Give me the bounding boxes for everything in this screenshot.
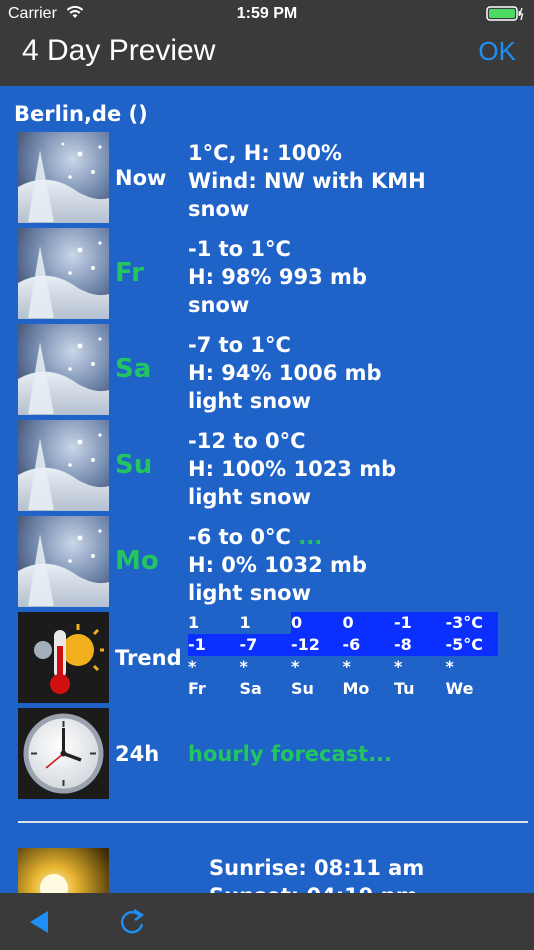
ok-button[interactable]: OK: [478, 36, 516, 67]
thermometer-sun-icon: [18, 612, 109, 703]
hourly-label: 24h: [115, 742, 160, 766]
sun-row: Sunrise: 08:11 am Sunset: 04:19 pm: [18, 848, 518, 893]
forecast-line: 1°C, H: 100%: [188, 141, 342, 165]
day-label: Sa: [115, 354, 152, 384]
snow-weather-icon: [18, 132, 109, 223]
forecast-line: -7 to 1°C: [188, 333, 291, 357]
snow-weather-icon: [18, 420, 109, 511]
forecast-row-sa[interactable]: Sa -7 to 1°C H: 94% 1006 mb light snow: [18, 324, 518, 416]
back-arrow-icon[interactable]: [28, 909, 50, 939]
forecast-line: -12 to 0°C: [188, 429, 306, 453]
trend-row[interactable]: Trend 1 1 0 0 -1 -3°C -1 -7 -12 -6 -8 -5…: [18, 612, 518, 704]
hourly-forecast-link[interactable]: hourly forecast...: [188, 742, 392, 766]
forecast-info: 1°C, H: 100% Wind: NW with KMH snow: [188, 139, 426, 223]
navigation-bar: 4 Day Preview OK: [0, 28, 534, 86]
trend-cell: Tu: [394, 679, 415, 698]
forecast-info: -7 to 1°C H: 94% 1006 mb light snow: [188, 331, 382, 415]
trend-cell: *: [188, 657, 197, 676]
forecast-line: H: 98% 993 mb: [188, 265, 367, 289]
hourly-row[interactable]: 24h hourly forecast...: [18, 708, 518, 800]
day-label: Fr: [115, 258, 144, 288]
sunrise-text: Sunrise: 08:11 am: [209, 856, 425, 880]
forecast-info: -1 to 1°C H: 98% 993 mb snow: [188, 235, 367, 319]
forecast-line: H: 94% 1006 mb: [188, 361, 382, 385]
trend-cell: *: [342, 657, 351, 676]
clock-icon: [18, 708, 109, 799]
snow-weather-icon: [18, 516, 109, 607]
trend-cell: Fr: [188, 679, 206, 698]
forecast-line: -6 to 0°C ...: [188, 523, 367, 551]
day-label: Su: [115, 450, 153, 480]
trend-cell: Sa: [239, 679, 262, 698]
trend-cell: -3°C: [445, 612, 498, 634]
forecast-line: Wind: NW with KMH: [188, 169, 426, 193]
trend-cell: -7: [239, 634, 291, 656]
forecast-info: -6 to 0°C ... H: 0% 1032 mb light snow: [188, 523, 367, 607]
forecast-line: -1 to 1°C: [188, 237, 291, 261]
snow-weather-icon: [18, 228, 109, 319]
sun-info: Sunrise: 08:11 am Sunset: 04:19 pm: [209, 854, 424, 893]
forecast-row-su[interactable]: Su -12 to 0°C H: 100% 1023 mb light snow: [18, 420, 518, 512]
forecast-line: light snow: [188, 485, 312, 509]
more-link[interactable]: ...: [298, 525, 322, 549]
trend-cell: -5°C: [445, 634, 498, 656]
forecast-row-mo[interactable]: Mo -6 to 0°C ... H: 0% 1032 mb light sno…: [18, 516, 518, 608]
forecast-line: snow: [188, 197, 250, 221]
trend-cell: *: [291, 657, 300, 676]
trend-cell: 0: [291, 612, 343, 634]
city-label: Berlin,de (): [14, 102, 148, 126]
forecast-info: -12 to 0°C H: 100% 1023 mb light snow: [188, 427, 396, 511]
forecast-row-now[interactable]: Now 1°C, H: 100% Wind: NW with KMH snow: [18, 132, 518, 224]
forecast-line: snow: [188, 293, 250, 317]
trend-cell: -8: [394, 634, 446, 656]
trend-cell: Mo: [342, 679, 370, 698]
day-label: Mo: [115, 546, 159, 576]
trend-days-row: Fr Sa Su Mo Tu We: [188, 678, 498, 700]
trend-cell: -1: [394, 612, 446, 634]
sun-icon: [18, 848, 109, 893]
trend-cell: 0: [342, 612, 394, 634]
trend-lows-row: -1 -7 -12 -6 -8 -5°C: [188, 634, 498, 656]
status-time: 1:59 PM: [236, 5, 298, 22]
page-title: 4 Day Preview: [22, 34, 216, 67]
status-bar: Carrier 1:59 PM: [0, 0, 534, 28]
snow-weather-icon: [18, 324, 109, 415]
bottom-toolbar: [0, 893, 534, 950]
trend-cell: *: [445, 657, 454, 676]
trend-table: 1 1 0 0 -1 -3°C -1 -7 -12 -6 -8 -5°C * *…: [188, 612, 498, 700]
forecast-row-fr[interactable]: Fr -1 to 1°C H: 98% 993 mb snow: [18, 228, 518, 320]
trend-cell: 1: [239, 613, 251, 632]
day-label: Now: [115, 166, 167, 190]
trend-cell: 1: [188, 613, 200, 632]
section-divider: [18, 821, 528, 823]
trend-marks-row: * * * * * *: [188, 656, 498, 678]
trend-label: Trend: [115, 646, 182, 670]
sunset-text: Sunset: 04:19 pm: [209, 882, 424, 893]
refresh-icon[interactable]: [118, 907, 146, 941]
trend-cell: We: [445, 679, 474, 698]
trend-cell: -12: [291, 634, 343, 656]
forecast-line: light snow: [188, 581, 312, 605]
trend-cell: *: [394, 657, 403, 676]
trend-cell: Su: [291, 679, 314, 698]
forecast-line: light snow: [188, 389, 312, 413]
forecast-line-text: -6 to 0°C: [188, 525, 291, 549]
forecast-line: H: 100% 1023 mb: [188, 457, 397, 481]
trend-cell: *: [239, 657, 248, 676]
trend-cell: -1: [188, 634, 240, 656]
trend-highs-row: 1 1 0 0 -1 -3°C: [188, 612, 498, 634]
trend-cell: -6: [342, 634, 394, 656]
forecast-line: H: 0% 1032 mb: [188, 553, 367, 577]
battery-icon: [486, 6, 524, 22]
forecast-content[interactable]: Berlin,de () Now 1°C, H: 100% Wind: NW w…: [0, 86, 534, 893]
